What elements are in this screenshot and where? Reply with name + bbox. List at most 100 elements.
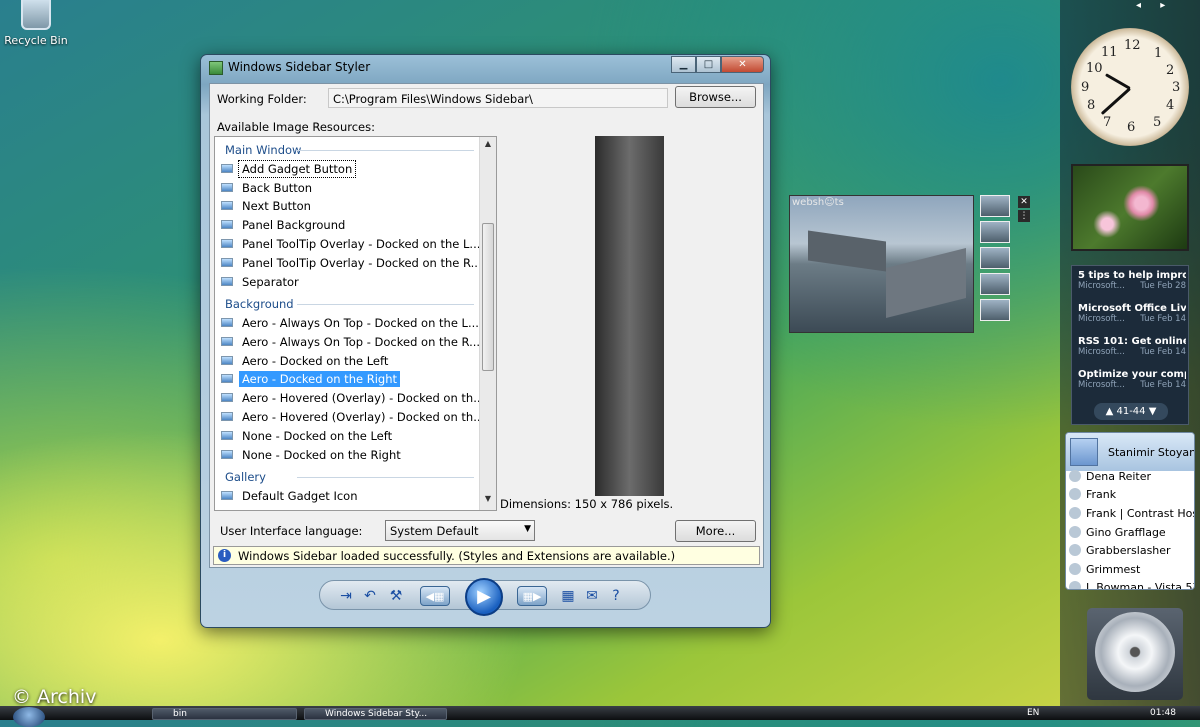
flower-photo-gadget[interactable] bbox=[1071, 164, 1189, 251]
slideshow-gadget[interactable]: websh☺ts bbox=[789, 195, 974, 333]
clock-hour-hand bbox=[1105, 73, 1131, 90]
contact-item[interactable]: Frank | Contrast Host bbox=[1069, 504, 1194, 522]
start-orb-icon[interactable] bbox=[13, 707, 45, 727]
scroll-thumb[interactable] bbox=[482, 223, 494, 371]
feed-item[interactable]: Optimize your comp... Microsoft...Tue Fe… bbox=[1078, 369, 1186, 390]
gadget-drag-handle-icon[interactable]: ⋮ bbox=[1018, 210, 1030, 222]
undo-icon[interactable]: ↶ bbox=[360, 586, 380, 606]
info-icon: i bbox=[218, 549, 231, 562]
clock-numeral: 1 bbox=[1154, 46, 1163, 61]
contact-item[interactable]: Grabberslasher bbox=[1069, 541, 1171, 559]
tools-icon[interactable]: ⚒ bbox=[386, 586, 406, 606]
minimize-button[interactable]: ▁ bbox=[671, 56, 696, 73]
working-folder-field[interactable]: C:\Program Files\Windows Sidebar\ bbox=[328, 88, 668, 108]
feed-item[interactable]: Microsoft Office Live... Microsoft...Tue… bbox=[1078, 303, 1186, 324]
group-header-main-window: Main Window bbox=[225, 143, 302, 157]
slideshow-thumbnail[interactable] bbox=[980, 195, 1010, 217]
list-item[interactable]: Panel ToolTip Overlay - Docked on the R.… bbox=[221, 254, 485, 271]
image-resource-icon bbox=[221, 356, 233, 365]
resources-label: Available Image Resources: bbox=[217, 120, 375, 134]
slideshow-thumbnails bbox=[980, 195, 1010, 325]
list-item[interactable]: Aero - Docked on the Left bbox=[221, 352, 391, 369]
contact-item[interactable]: Dena Reiter bbox=[1069, 467, 1151, 485]
import-icon[interactable]: ⇥ bbox=[336, 586, 356, 606]
slideshow-thumbnail[interactable] bbox=[980, 247, 1010, 269]
window-client-area: Working Folder: C:\Program Files\Windows… bbox=[209, 83, 764, 568]
list-item-selected[interactable]: Aero - Docked on the Right bbox=[221, 370, 400, 387]
slideshow-thumbnail[interactable] bbox=[980, 273, 1010, 295]
clock-gadget[interactable]: 12 1 2 3 4 5 6 7 8 9 10 11 bbox=[1071, 28, 1189, 146]
bottom-toolbar: ⇥ ↶ ⚒ ◀▦ ▶ ▦▶ ▦ ✉ ? bbox=[319, 578, 651, 616]
list-item[interactable]: Back Button bbox=[221, 179, 315, 196]
gadget-controls: ✕ ⋮ bbox=[1018, 196, 1030, 224]
window-controls: ▁ □ ✕ bbox=[671, 56, 764, 73]
working-folder-label: Working Folder: bbox=[217, 92, 307, 106]
media-player-gadget[interactable] bbox=[1087, 608, 1183, 700]
feed-item[interactable]: RSS 101: Get online ... Microsoft...Tue … bbox=[1078, 336, 1186, 357]
list-item[interactable]: Aero - Hovered (Overlay) - Docked on th.… bbox=[221, 408, 487, 425]
clock-numeral: 8 bbox=[1087, 98, 1096, 113]
list-item[interactable]: Separator bbox=[221, 273, 302, 290]
avatar bbox=[1070, 438, 1098, 466]
list-item[interactable]: Next Button bbox=[221, 197, 314, 214]
browse-button[interactable]: Browse... bbox=[675, 86, 756, 108]
language-select-value: System Default bbox=[390, 524, 479, 538]
person-icon bbox=[1069, 507, 1081, 519]
image-resource-icon bbox=[221, 337, 233, 346]
image-resources-list[interactable]: Main Window Add Gadget Button Back Butto… bbox=[214, 136, 497, 511]
list-item[interactable]: None - Docked on the Right bbox=[221, 446, 404, 463]
grid-icon[interactable]: ▦ bbox=[558, 586, 578, 606]
scroll-down-arrow-icon[interactable]: ▼ bbox=[480, 494, 496, 508]
sidebar-styler-window: Windows Sidebar Styler ▁ □ ✕ Working Fol… bbox=[200, 54, 771, 628]
window-title: Windows Sidebar Styler bbox=[228, 60, 371, 74]
title-bar[interactable]: Windows Sidebar Styler ▁ □ ✕ bbox=[201, 55, 770, 81]
taskbar-button-active[interactable]: Windows Sidebar Sty... bbox=[304, 708, 447, 720]
clock-numeral: 6 bbox=[1127, 120, 1136, 135]
maximize-button[interactable]: □ bbox=[696, 56, 721, 73]
clock-numeral: 11 bbox=[1101, 45, 1118, 60]
list-item[interactable]: Aero - Hovered (Overlay) - Docked on th.… bbox=[221, 389, 487, 406]
recycle-bin-desktop-icon[interactable]: Recycle Bin bbox=[4, 0, 68, 47]
scroll-up-arrow-icon[interactable]: ▲ bbox=[480, 139, 496, 153]
image-preview bbox=[595, 136, 664, 496]
contact-item[interactable]: J. Bowman - Vista 574 bbox=[1069, 578, 1194, 589]
close-button[interactable]: ✕ bbox=[721, 56, 764, 73]
taskbar-clock[interactable]: 01:48 bbox=[1150, 708, 1176, 718]
image-resource-icon bbox=[221, 220, 233, 229]
list-item[interactable]: Aero - Always On Top - Docked on the R..… bbox=[221, 333, 483, 350]
contact-item[interactable]: Grimmest bbox=[1069, 560, 1140, 578]
contact-item[interactable]: Frank bbox=[1069, 485, 1116, 503]
sidebar-nav-arrows[interactable]: ◂ ▸ bbox=[1136, 0, 1173, 11]
list-item[interactable]: Default Gadget Icon bbox=[221, 487, 361, 504]
image-resource-icon bbox=[221, 239, 233, 248]
slideshow-watermark: websh☺ts bbox=[792, 197, 844, 208]
person-icon bbox=[1069, 563, 1081, 575]
list-item[interactable]: Aero - Always On Top - Docked on the L..… bbox=[221, 314, 482, 331]
next-icon[interactable]: ▦▶ bbox=[517, 586, 547, 606]
group-divider bbox=[297, 150, 474, 151]
list-item[interactable]: Panel ToolTip Overlay - Docked on the L.… bbox=[221, 235, 483, 252]
back-icon[interactable]: ◀▦ bbox=[420, 586, 450, 606]
slideshow-thumbnail[interactable] bbox=[980, 299, 1010, 321]
play-icon[interactable]: ▶ bbox=[465, 578, 503, 616]
image-resource-icon bbox=[221, 164, 233, 173]
mail-icon[interactable]: ✉ bbox=[582, 586, 602, 606]
list-item[interactable]: Panel Background bbox=[221, 216, 348, 233]
status-bar: i Windows Sidebar loaded successfully. (… bbox=[213, 546, 760, 565]
person-icon bbox=[1069, 544, 1081, 556]
list-scrollbar[interactable]: ▲ ▼ bbox=[479, 137, 496, 510]
image-resource-icon bbox=[221, 318, 233, 327]
feed-item[interactable]: 5 tips to help improv... Microsoft...Tue… bbox=[1078, 270, 1186, 291]
clock-numeral: 9 bbox=[1081, 80, 1090, 95]
taskbar-button[interactable]: bin bbox=[152, 708, 297, 720]
gadget-close-icon[interactable]: ✕ bbox=[1018, 196, 1030, 208]
list-item[interactable]: None - Docked on the Left bbox=[221, 427, 395, 444]
slideshow-thumbnail[interactable] bbox=[980, 221, 1010, 243]
language-select[interactable]: System Default ▼ bbox=[385, 520, 535, 541]
list-item[interactable]: Add Gadget Button bbox=[221, 159, 357, 178]
language-indicator[interactable]: EN bbox=[1027, 708, 1039, 718]
feed-pager[interactable]: ▲ 41-44 ▼ bbox=[1094, 403, 1168, 420]
help-icon[interactable]: ? bbox=[606, 586, 626, 606]
more-button[interactable]: More... bbox=[675, 520, 756, 542]
contact-item[interactable]: Gino Grafflage bbox=[1069, 523, 1166, 541]
